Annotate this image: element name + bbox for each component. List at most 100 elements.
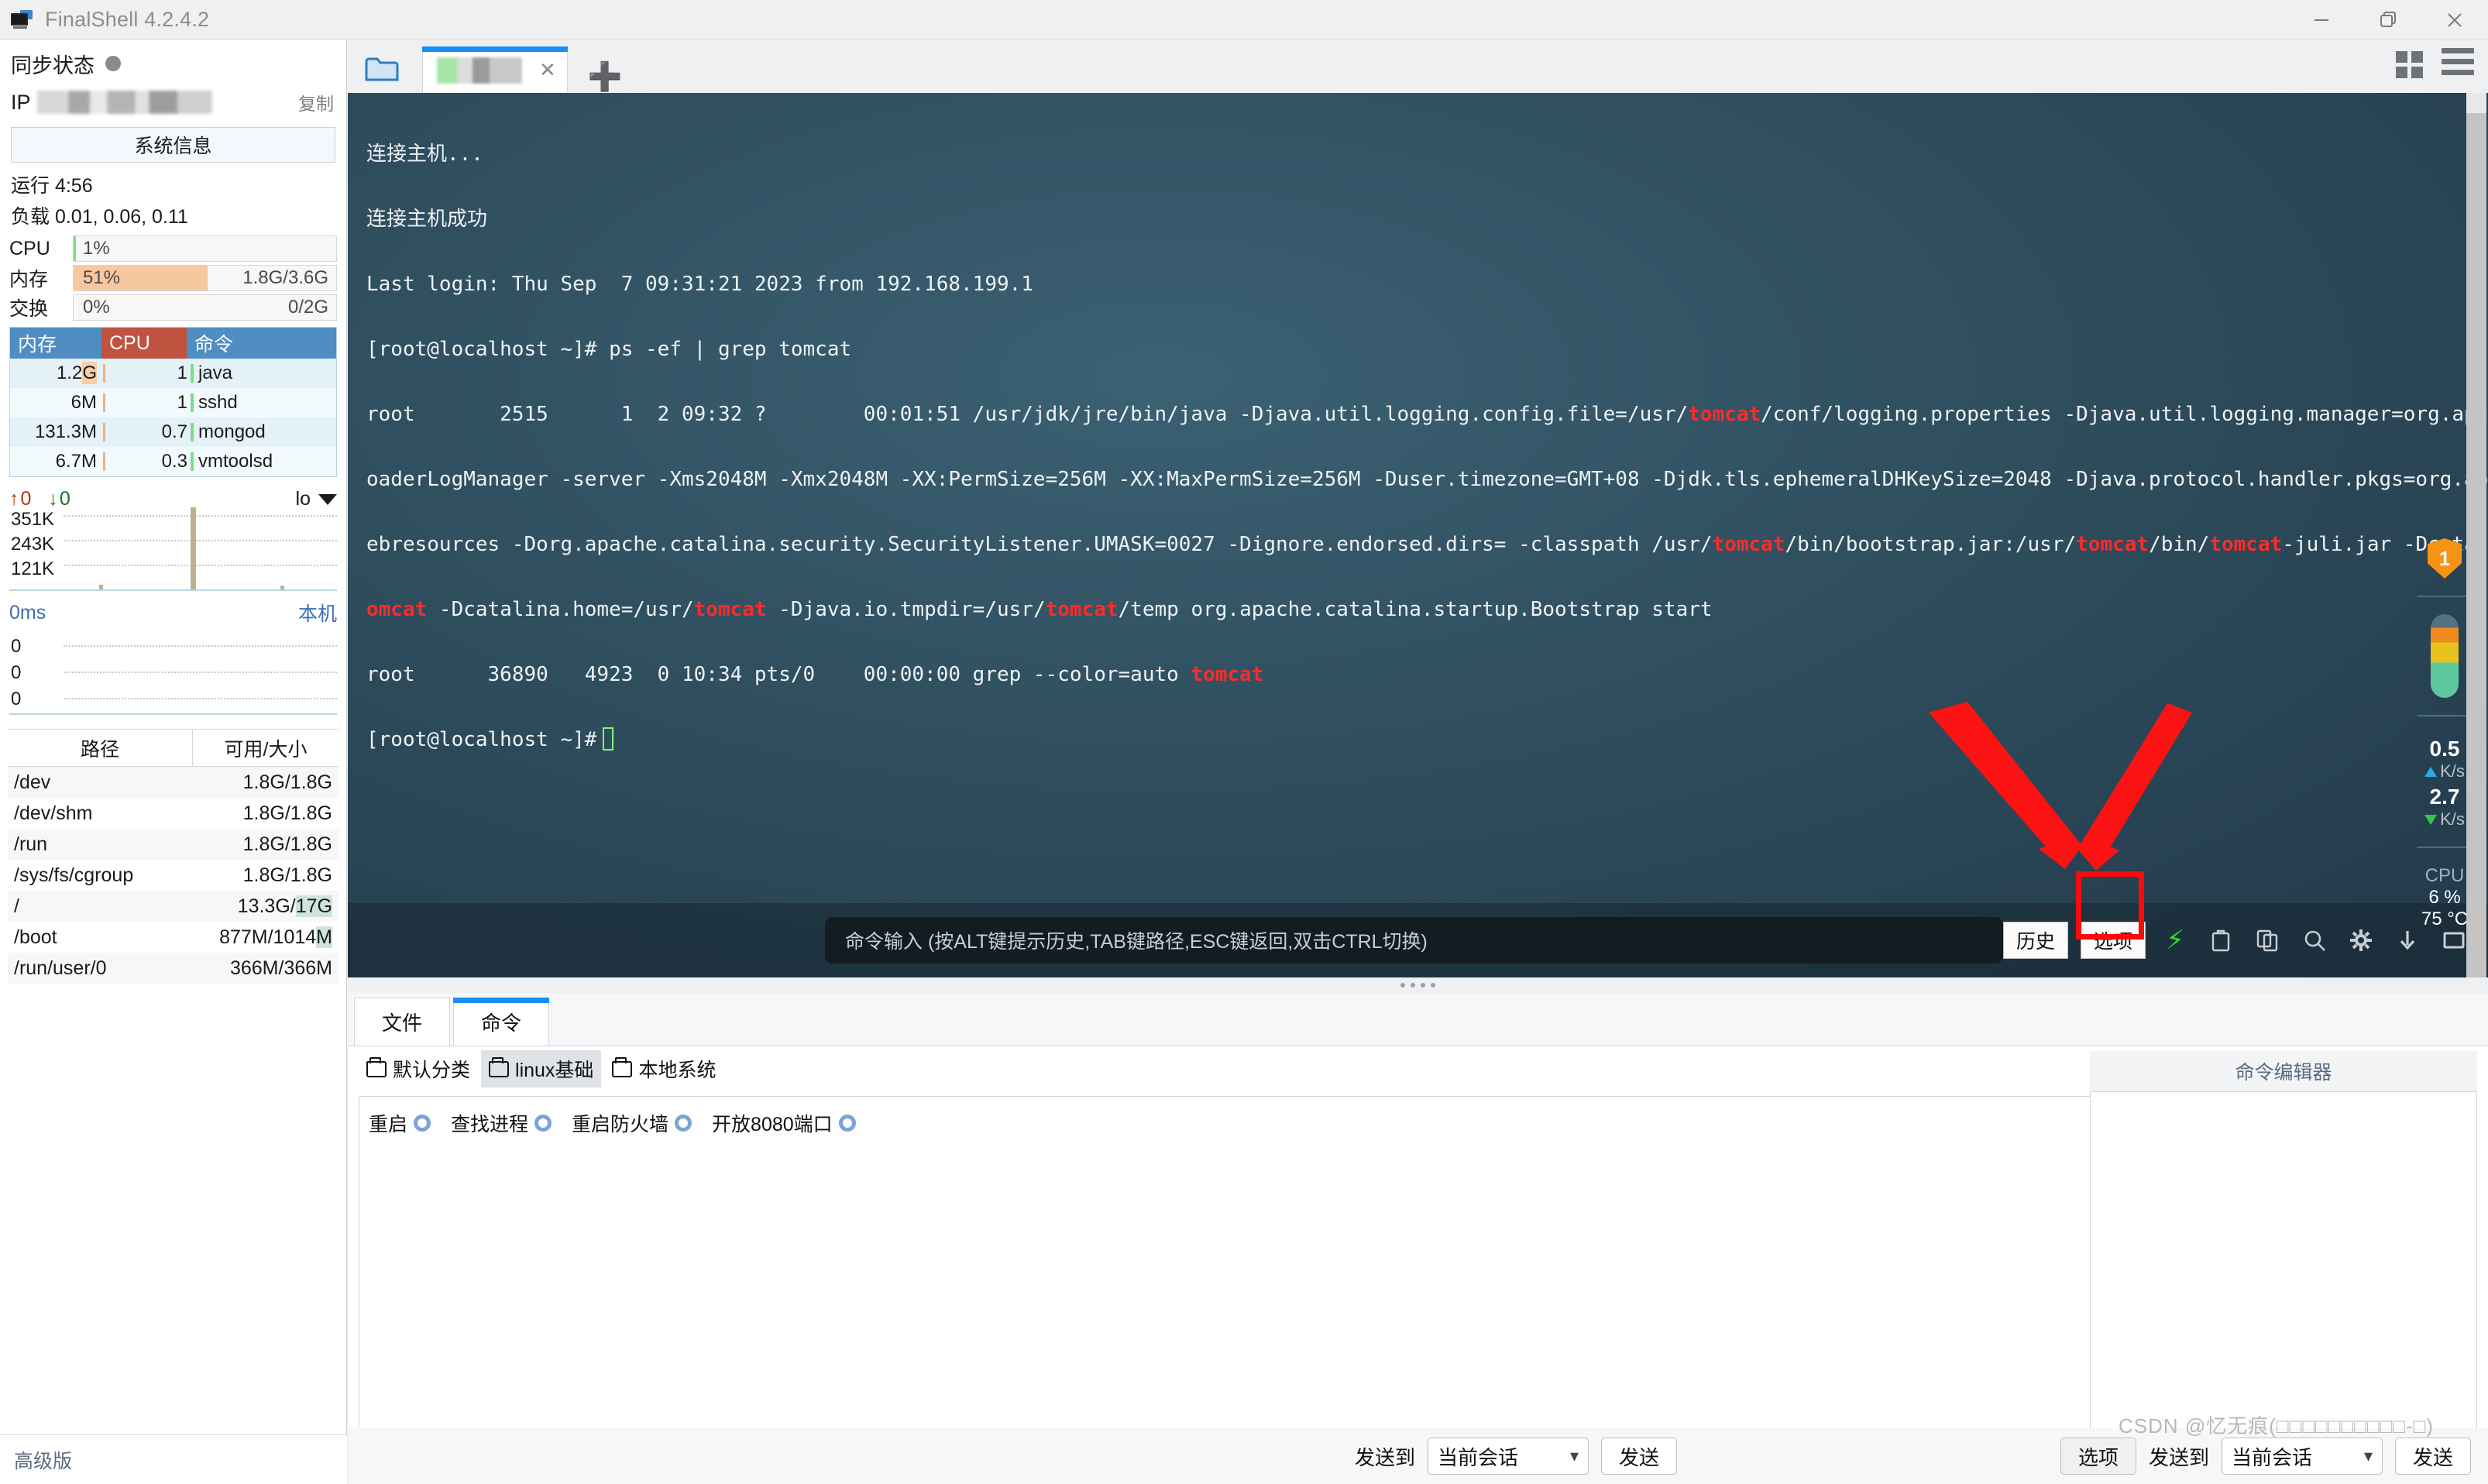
cpu-gauge-percent: 6 % xyxy=(2428,887,2461,908)
send-button[interactable]: 发送 xyxy=(1601,1438,1678,1475)
bottom-panel: 文件 命令 默认分类 linux基础 本地系统 重启 查找进程 重启防火墙 开放… xyxy=(348,993,2488,1484)
folder-icon xyxy=(612,1056,633,1077)
chevron-down-icon xyxy=(318,493,337,505)
table-row[interactable]: /run 1.8G/1.8G xyxy=(8,829,338,860)
cell-size: 1.8G/1.8G xyxy=(242,833,332,855)
terminal-line: oaderLogManager -server -Xms2048M -Xmx20… xyxy=(366,468,2488,491)
send-target-value: 当前会话 xyxy=(1438,1445,1519,1469)
ip-row: IP 复制 xyxy=(0,82,346,122)
graph-axis-label: 121K xyxy=(11,558,55,579)
status-gauges: 1 0.5 K/s 2.7 K/s CPU 6 % 75 °C xyxy=(2401,93,2488,977)
tab-commands[interactable]: 命令 xyxy=(453,998,549,1046)
category-linux-basics[interactable]: linux基础 xyxy=(481,1050,602,1087)
table-row[interactable]: 131.3M 0.7 mongod xyxy=(10,417,336,447)
tab-files[interactable]: 文件 xyxy=(354,998,450,1046)
close-icon[interactable]: ✕ xyxy=(539,58,556,82)
meter-bar: 51% 1.8G/3.6G xyxy=(73,265,337,291)
minimize-icon[interactable] xyxy=(2288,0,2355,40)
table-row[interactable]: 1.2G 1 java xyxy=(10,359,336,388)
meter-value: 0/2G xyxy=(287,297,328,318)
terminal-line: 连接主机... xyxy=(366,143,483,166)
cpu-gauge-temperature: 75 °C xyxy=(2421,909,2469,929)
bottom-tabs: 文件 命令 xyxy=(348,993,2488,1046)
table-row[interactable]: /dev/shm 1.8G/1.8G xyxy=(8,798,338,829)
grid-view-icon[interactable] xyxy=(2396,50,2423,78)
cpu-tick-icon xyxy=(191,393,194,412)
paste-icon[interactable] xyxy=(2204,923,2239,957)
editor-send-target-value: 当前会话 xyxy=(2231,1445,2312,1469)
command-input[interactable]: 命令输入 (按ALT键提示历史,TAB键路径,ESC键返回,双击CTRL切换) xyxy=(825,917,2003,964)
cell-command: java xyxy=(198,362,233,383)
send-target-select[interactable]: 当前会话 ▾ xyxy=(1428,1438,1589,1475)
memory-tick-icon xyxy=(103,423,105,441)
graph-axis-label: 243K xyxy=(11,534,55,555)
upload-arrow-icon xyxy=(2424,766,2438,777)
sync-status-row: 同步状态 xyxy=(0,45,346,82)
status-badge[interactable]: 1 xyxy=(2428,538,2462,579)
cell-path: /boot xyxy=(14,926,57,948)
network-upload-rate: 0.5 xyxy=(2429,737,2460,761)
terminal-line: root 36890 4923 0 10:34 pts/0 00:00:00 g… xyxy=(366,663,1264,686)
terminal-line: Last login: Thu Sep 7 09:31:21 2023 from… xyxy=(366,273,1033,296)
editor-send-target-select[interactable]: 当前会话 ▾ xyxy=(2221,1438,2383,1475)
table-row[interactable]: /run/user/0 366M/366M xyxy=(8,953,338,984)
editor-send-button[interactable]: 发送 xyxy=(2394,1438,2471,1475)
network-header: ↑ 0 ↓ 0 lo xyxy=(0,477,346,514)
copy-icon[interactable] xyxy=(2251,923,2285,957)
table-row[interactable]: / 13.3G/17G xyxy=(8,891,338,922)
network-interface-select[interactable]: lo xyxy=(296,488,337,510)
terminal-scrollbar[interactable] xyxy=(2466,93,2486,977)
editor-options-button[interactable]: 选项 xyxy=(2060,1438,2136,1475)
cpu-tick-icon xyxy=(191,423,194,441)
session-tab[interactable]: ✕ xyxy=(422,46,568,93)
network-upload-value: 0 xyxy=(20,488,32,510)
table-row[interactable]: /boot 877M/1014M xyxy=(8,922,338,953)
meter-percent: 1% xyxy=(83,238,110,259)
command-item-open-port-8080[interactable]: 开放8080端口 xyxy=(712,1109,856,1137)
cell-size: 1.8G/1.8G xyxy=(242,771,332,793)
gear-icon[interactable] xyxy=(675,1115,692,1132)
history-button[interactable]: 历史 xyxy=(2002,922,2068,959)
plus-icon[interactable]: ➕ xyxy=(588,60,623,93)
command-item-restart[interactable]: 重启 xyxy=(369,1109,431,1137)
command-item-find-process[interactable]: 查找进程 xyxy=(451,1109,552,1137)
command-item-restart-firewall[interactable]: 重启防火墙 xyxy=(572,1109,692,1137)
annotation-highlight-box xyxy=(2076,871,2144,940)
close-icon[interactable] xyxy=(2421,0,2488,40)
folder-icon[interactable] xyxy=(348,45,416,93)
cell-size: 13.3G/17G xyxy=(237,895,332,917)
gear-icon[interactable] xyxy=(838,1115,856,1132)
upload-arrow-icon: ↑ xyxy=(9,488,19,510)
table-row[interactable]: /sys/fs/cgroup 1.8G/1.8G xyxy=(8,860,338,891)
sync-status-indicator xyxy=(105,56,121,71)
download-arrow-icon: ↓ xyxy=(48,488,58,510)
category-local-system[interactable]: 本地系统 xyxy=(604,1050,723,1087)
category-default[interactable]: 默认分类 xyxy=(359,1050,478,1087)
copy-ip-button[interactable]: 复制 xyxy=(298,89,334,115)
cell-cpu: 0.7 xyxy=(161,421,187,442)
cell-cpu: 0.3 xyxy=(161,451,187,472)
gear-icon[interactable] xyxy=(2344,923,2378,957)
table-row[interactable]: /dev 1.8G/1.8G xyxy=(8,767,338,798)
gear-icon[interactable] xyxy=(414,1115,431,1132)
gear-icon[interactable] xyxy=(534,1115,552,1132)
horizontal-splitter[interactable] xyxy=(348,977,2488,993)
command-label: 重启 xyxy=(369,1114,408,1135)
restore-icon[interactable] xyxy=(2355,0,2421,40)
system-info-button[interactable]: 系统信息 xyxy=(11,127,335,163)
cell-size: 877M/1014M xyxy=(219,926,332,948)
folder-icon xyxy=(489,1056,510,1077)
column-header-size: 可用/大小 xyxy=(224,738,308,761)
table-row[interactable]: 6M 1 sshd xyxy=(10,388,336,417)
lightning-icon[interactable]: ⚡ xyxy=(2158,923,2192,957)
meter-memory: 内存 51% 1.8G/3.6G xyxy=(9,263,337,293)
graph-axis-label: 0 xyxy=(11,689,22,709)
advanced-version-label[interactable]: 高级版 xyxy=(0,1434,347,1484)
cell-memory: 131.3M xyxy=(34,421,97,442)
command-editor-textarea[interactable] xyxy=(2090,1091,2477,1454)
search-icon[interactable] xyxy=(2297,923,2332,957)
graph-axis-label: 351K xyxy=(11,509,55,530)
table-row[interactable]: 6.7M 0.3 vmtoolsd xyxy=(10,447,336,476)
hamburger-menu-icon[interactable] xyxy=(2442,48,2474,81)
memory-tick-icon xyxy=(103,452,105,471)
